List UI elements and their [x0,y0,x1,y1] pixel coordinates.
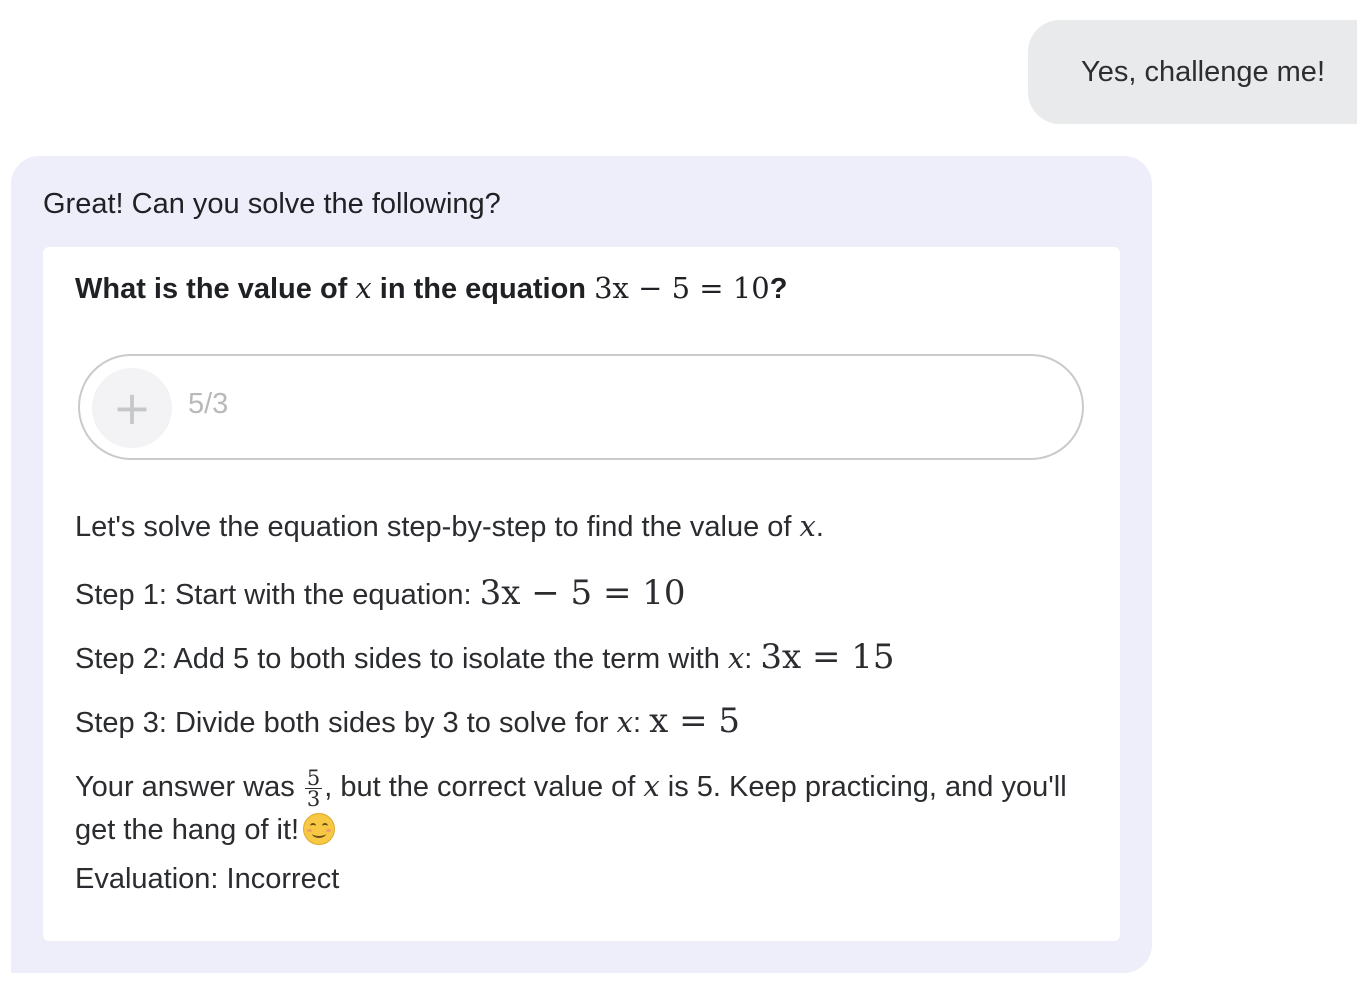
answer-fraction: 53 [304,765,323,811]
explanation-intro-var: x [799,509,816,543]
feedback-pre: Your answer was [75,771,303,803]
user-message-text: Yes, challenge me! [1081,55,1325,88]
answer-value[interactable]: 5/3 [188,388,228,421]
step-2-text: Step 2: Add 5 to both sides to isolate t… [75,643,728,675]
plus-icon[interactable]: + [92,368,172,448]
step-1-text: Step 1: Start with the equation: [75,579,480,611]
smiling-face-icon [303,812,336,845]
question-prefix: What is the value of [75,273,356,305]
explanation-intro: Let's solve the equation step-by-step to… [75,509,824,544]
step-3-text: Step 3: Divide both sides by 3 to solve … [75,707,617,739]
step-3-colon: : [633,707,650,739]
question-card: What is the value of x in the equation 3… [43,247,1120,941]
chat-page: Yes, challenge me! Great! Can you solve … [0,0,1370,992]
step-2-math: 3x = 15 [760,637,895,677]
question-variable: x [355,271,372,305]
assistant-message-bubble: Great! Can you solve the following? What… [11,156,1152,973]
question-text: What is the value of x in the equation 3… [75,271,787,306]
fraction-numerator: 5 [304,765,323,790]
step-3: Step 3: Divide both sides by 3 to solve … [75,701,740,741]
question-equation: 3x − 5 = 10 [594,271,770,305]
step-1: Step 1: Start with the equation: 3x − 5 … [75,573,686,613]
feedback-text: Your answer was 53, but the correct valu… [75,765,1095,851]
assistant-intro-text: Great! Can you solve the following? [43,188,501,220]
question-middle: in the equation [371,273,595,305]
explanation-intro-text: Let's solve the equation step-by-step to… [75,511,800,543]
step-2-var: x [727,641,745,675]
step-3-math: x = 5 [649,701,741,741]
question-suffix: ? [769,273,788,305]
fraction-denominator: 3 [306,786,321,811]
step-1-math: 3x − 5 = 10 [479,573,686,613]
evaluation-text: Evaluation: Incorrect [75,863,340,895]
step-2: Step 2: Add 5 to both sides to isolate t… [75,637,895,677]
answer-input-field[interactable]: + 5/3 [78,354,1084,460]
user-message-bubble: Yes, challenge me! [1028,20,1357,124]
explanation-intro-end: . [815,511,824,543]
feedback-mid: , but the correct value of [324,771,644,803]
step-2-colon: : [744,643,761,675]
feedback-var: x [643,769,660,803]
step-3-var: x [616,705,633,739]
